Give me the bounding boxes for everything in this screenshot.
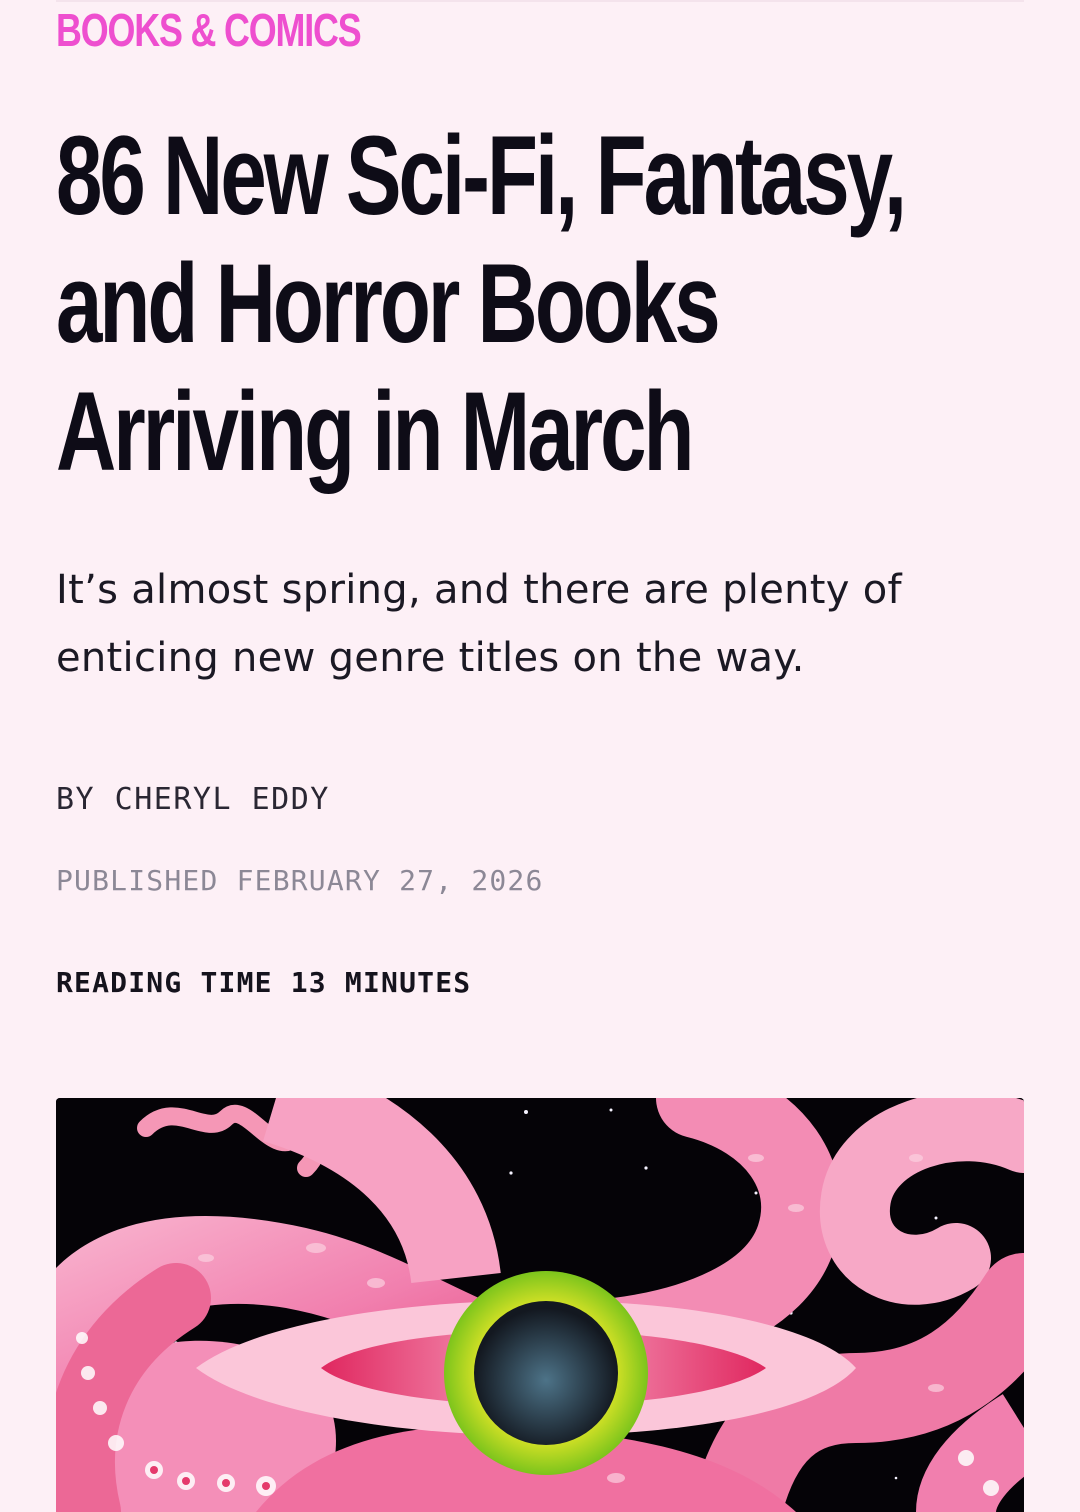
headline-line: and Horror Books xyxy=(56,241,721,366)
dek-line: enticing new genre titles on the way. xyxy=(56,635,805,681)
hero-image xyxy=(56,1098,1024,1512)
top-divider xyxy=(56,0,1024,2)
headline-line: Arriving in March xyxy=(56,369,694,494)
reading-time: READING TIME 13 MINUTES xyxy=(56,966,472,999)
headline-line: 86 New Sci-Fi, Fantasy, xyxy=(56,113,907,238)
hero-illustration xyxy=(56,1098,1024,1512)
published-date: PUBLISHED FEBRUARY 27, 2026 xyxy=(56,864,544,897)
byline: BY CHERYL EDDY xyxy=(56,780,330,820)
eye-pupil xyxy=(474,1301,618,1445)
article-dek: It’s almost spring, and there are plenty… xyxy=(56,556,1016,692)
author-link[interactable]: BY CHERYL EDDY xyxy=(56,782,330,817)
dek-line: It’s almost spring, and there are plenty… xyxy=(56,567,902,613)
category-link[interactable]: BOOKS & COMICS xyxy=(56,4,362,56)
article-headline: 86 New Sci-Fi, Fantasy, and Horror Books… xyxy=(56,112,995,496)
